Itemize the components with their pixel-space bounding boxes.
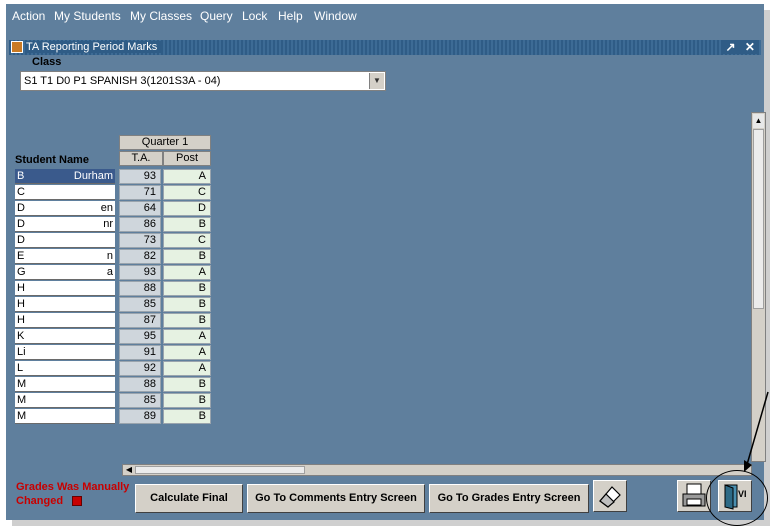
annotation-circle <box>706 470 768 526</box>
annotation-arrow <box>744 391 769 472</box>
